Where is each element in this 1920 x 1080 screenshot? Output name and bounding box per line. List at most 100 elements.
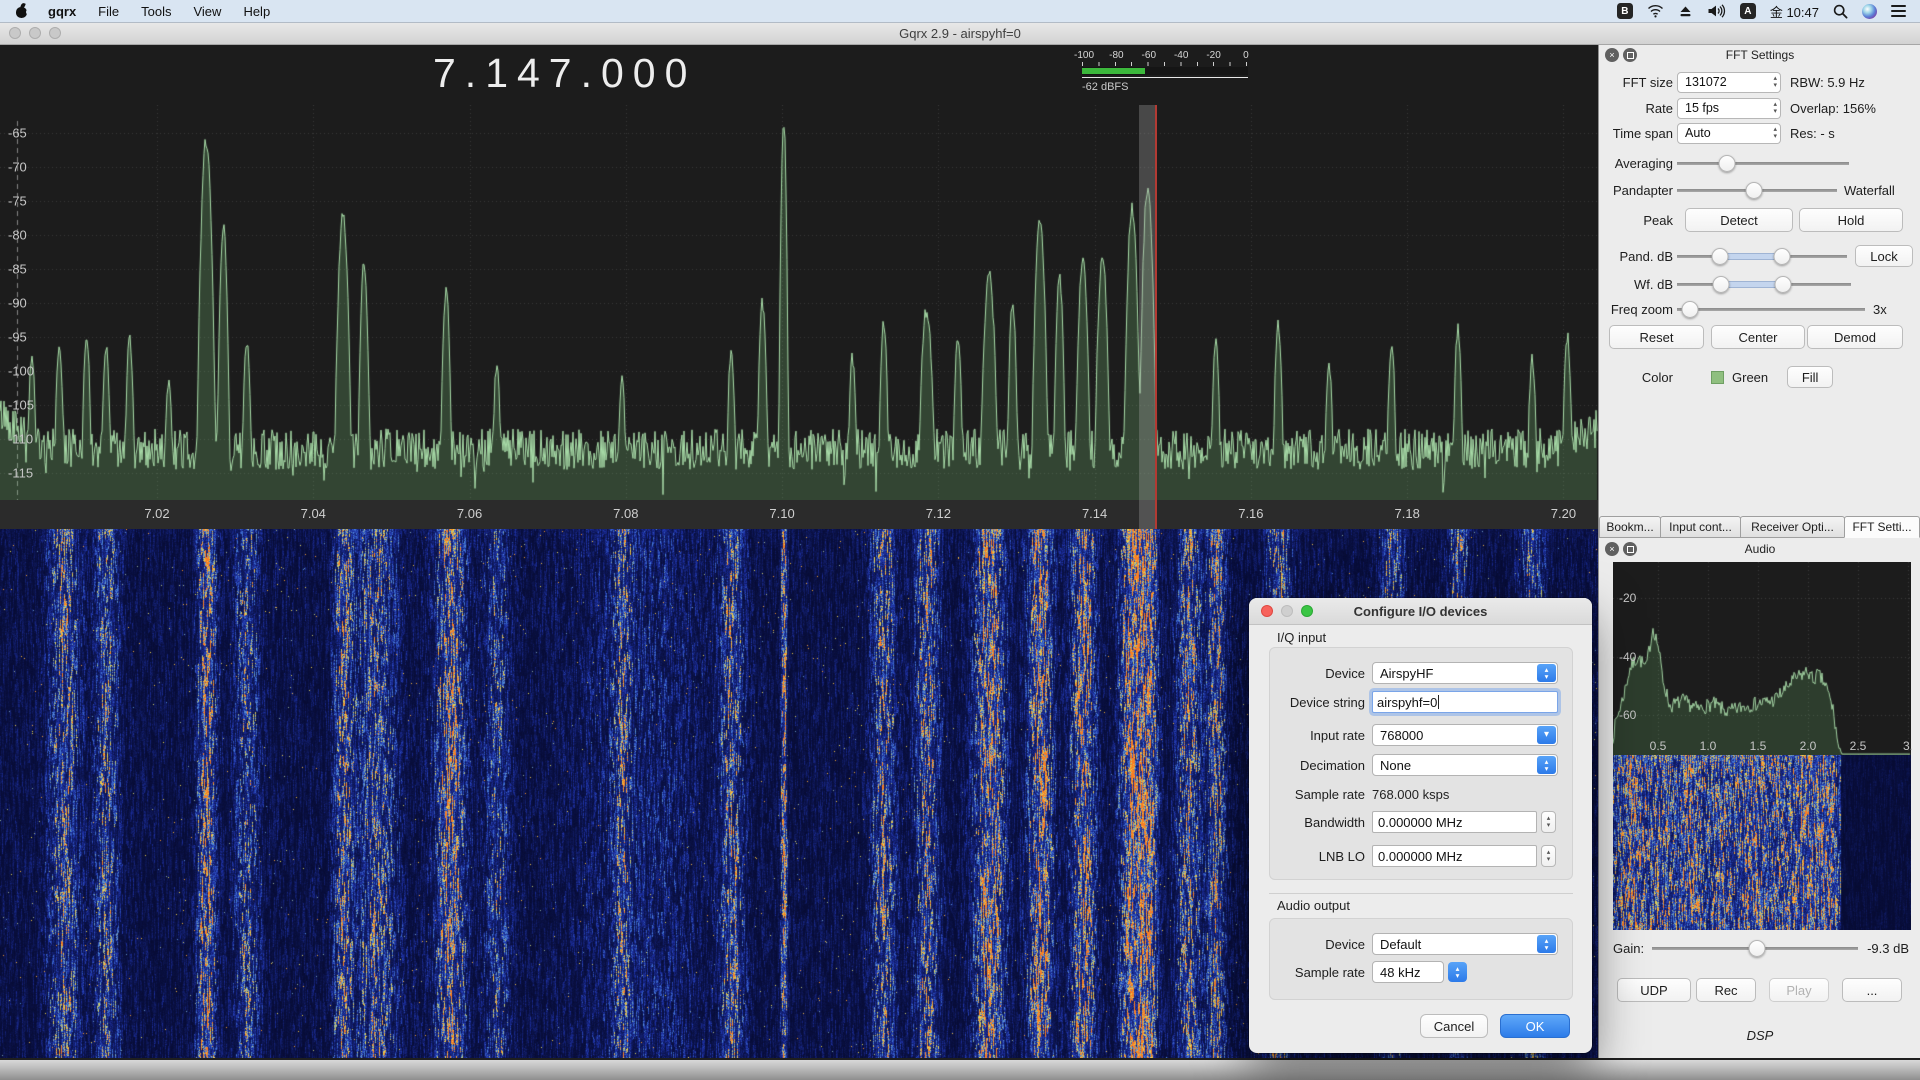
siri-icon[interactable] [1862, 4, 1877, 19]
dialog-window-controls [1261, 605, 1313, 617]
audio-x-tick-label: 3. [1903, 739, 1913, 753]
dock-float-icon[interactable] [1623, 48, 1637, 62]
menu-app-gqrx[interactable]: gqrx [37, 4, 87, 19]
audio-waterfall[interactable] [1613, 755, 1911, 930]
spectrum-y-tick-label: -95 [8, 330, 27, 345]
menu-help[interactable]: Help [232, 4, 281, 19]
more-button[interactable]: ... [1842, 978, 1902, 1002]
demod-button[interactable]: Demod [1807, 325, 1903, 349]
configure-io-dialog[interactable]: Configure I/O devices I/Q input Device A… [1249, 598, 1592, 1053]
frequency-tick-label: 7.06 [457, 506, 482, 521]
wf-db-range-slider[interactable] [1677, 274, 1851, 294]
slider-handle[interactable] [1682, 301, 1699, 318]
ok-button[interactable]: OK [1500, 1014, 1570, 1038]
stepper-icon[interactable]: ▴▾ [1448, 962, 1467, 982]
cancel-button[interactable]: Cancel [1420, 1014, 1488, 1038]
pand-db-range-slider[interactable] [1677, 246, 1847, 266]
dialog-title-bar[interactable]: Configure I/O devices [1249, 598, 1592, 625]
meter-tick-labels: -100 -80 -60 -40 -20 0 [1082, 50, 1248, 61]
dock-close-icon[interactable]: × [1605, 542, 1619, 556]
fft-size-spinbox[interactable]: 131072 ▴▾ [1677, 72, 1781, 93]
notification-center-icon[interactable] [1891, 5, 1906, 17]
stepper-icon[interactable]: ▴▾ [1537, 935, 1556, 953]
input-rate-combobox[interactable]: 768000 ▾ [1372, 724, 1558, 746]
slider-handle[interactable] [1745, 182, 1762, 199]
slider-handle[interactable] [1749, 940, 1766, 957]
tab-receiver-options[interactable]: Receiver Opti... [1740, 516, 1845, 538]
zoom-window-button[interactable] [49, 27, 61, 39]
rate-spinbox[interactable]: 15 fps ▴▾ [1677, 98, 1781, 119]
tab-bookmarks[interactable]: Bookm... [1599, 516, 1661, 538]
reset-button[interactable]: Reset [1609, 325, 1704, 349]
stepper-icon[interactable]: ▴▾ [1537, 756, 1556, 774]
tab-input-controls[interactable]: Input cont... [1660, 516, 1741, 538]
device-row: Device AirspyHF ▴▾ [1273, 662, 1573, 684]
menu-clock[interactable]: 金 10:47 [1770, 2, 1819, 21]
menu-tools[interactable]: Tools [130, 4, 182, 19]
lnb-lo-input[interactable]: 0.000000 MHz [1372, 845, 1537, 867]
color-swatch[interactable] [1711, 371, 1724, 384]
dock-float-icon[interactable] [1623, 542, 1637, 556]
frequency-display[interactable]: 7.147.000 [433, 50, 696, 97]
slider-handle[interactable] [1718, 155, 1735, 172]
play-button[interactable]: Play [1769, 978, 1829, 1002]
spectrum-plot[interactable] [0, 105, 1598, 500]
udp-button[interactable]: UDP [1617, 978, 1691, 1002]
eject-icon[interactable] [1678, 4, 1693, 18]
window-title-bar[interactable]: Gqrx 2.9 - airspyhf=0 [0, 22, 1920, 45]
audio-spectrum-plot[interactable]: -20-40-60 0.51.01.52.02.53. [1613, 562, 1911, 755]
range-handle-min[interactable] [1711, 248, 1728, 265]
audio-spectrum-canvas [1613, 562, 1911, 755]
peak-detect-button[interactable]: Detect [1685, 208, 1793, 232]
waterfall-db-row: Wf. dB [1599, 273, 1920, 295]
dialog-close-button[interactable] [1261, 605, 1273, 617]
close-window-button[interactable] [9, 27, 21, 39]
peak-hold-button[interactable]: Hold [1799, 208, 1903, 232]
dialog-divider [1269, 893, 1573, 894]
center-button[interactable]: Center [1711, 325, 1805, 349]
stepper-icon[interactable]: ▴▾ [1541, 845, 1556, 867]
filter-bandwidth-marker[interactable] [1139, 105, 1155, 529]
frequency-axis[interactable]: 7.027.047.067.087.107.127.147.167.187.20 [0, 500, 1598, 529]
pandapter-waterfall-slider[interactable] [1677, 180, 1837, 200]
stepper-icon[interactable]: ▴▾ [1537, 664, 1556, 682]
stepper-icon[interactable]: ▴▾ [1773, 101, 1777, 115]
wifi-icon[interactable] [1647, 4, 1664, 18]
tab-fft-settings[interactable]: FFT Setti... [1844, 516, 1920, 538]
fill-button[interactable]: Fill [1787, 366, 1833, 388]
apple-menu-icon[interactable] [16, 4, 29, 18]
stepper-icon[interactable]: ▴▾ [1541, 811, 1556, 833]
lnb-lo-label: LNB LO [1273, 849, 1365, 864]
input-source-icon[interactable]: A [1740, 3, 1756, 19]
output-device-combobox[interactable]: Default ▴▾ [1372, 933, 1558, 955]
pand-lock-button[interactable]: Lock [1855, 245, 1913, 267]
range-handle-max[interactable] [1774, 248, 1791, 265]
rec-button[interactable]: Rec [1696, 978, 1756, 1002]
output-rate-combobox[interactable]: 48 kHz [1372, 961, 1444, 983]
freq-zoom-slider[interactable] [1677, 299, 1865, 319]
menu-file[interactable]: File [87, 4, 130, 19]
menu-view[interactable]: View [182, 4, 232, 19]
tuning-line[interactable] [1155, 105, 1157, 529]
device-combobox[interactable]: AirspyHF ▴▾ [1372, 662, 1558, 684]
time-span-spinbox[interactable]: Auto ▴▾ [1677, 123, 1781, 144]
range-handle-min[interactable] [1712, 276, 1729, 293]
minimize-window-button[interactable] [29, 27, 41, 39]
dock-close-icon[interactable]: × [1605, 48, 1619, 62]
spotlight-icon[interactable] [1833, 4, 1848, 19]
bandwidth-input[interactable]: 0.000000 MHz [1372, 811, 1537, 833]
dialog-minimize-button[interactable] [1281, 605, 1293, 617]
spectrum-y-tick-label: -75 [8, 194, 27, 209]
waterfall-label: Waterfall [1844, 183, 1895, 198]
device-string-input[interactable]: airspyhf=0 [1372, 691, 1558, 713]
gain-slider[interactable] [1652, 938, 1858, 958]
stepper-icon[interactable]: ▴▾ [1773, 75, 1777, 89]
dialog-zoom-button[interactable] [1301, 605, 1313, 617]
volume-icon[interactable] [1707, 4, 1726, 18]
averaging-slider[interactable] [1677, 153, 1849, 173]
blocker-status-icon[interactable]: B [1617, 3, 1633, 19]
stepper-icon[interactable]: ▴▾ [1773, 126, 1777, 140]
range-handle-max[interactable] [1775, 276, 1792, 293]
decimation-combobox[interactable]: None ▴▾ [1372, 754, 1558, 776]
dropdown-arrow-icon[interactable]: ▾ [1537, 726, 1556, 744]
